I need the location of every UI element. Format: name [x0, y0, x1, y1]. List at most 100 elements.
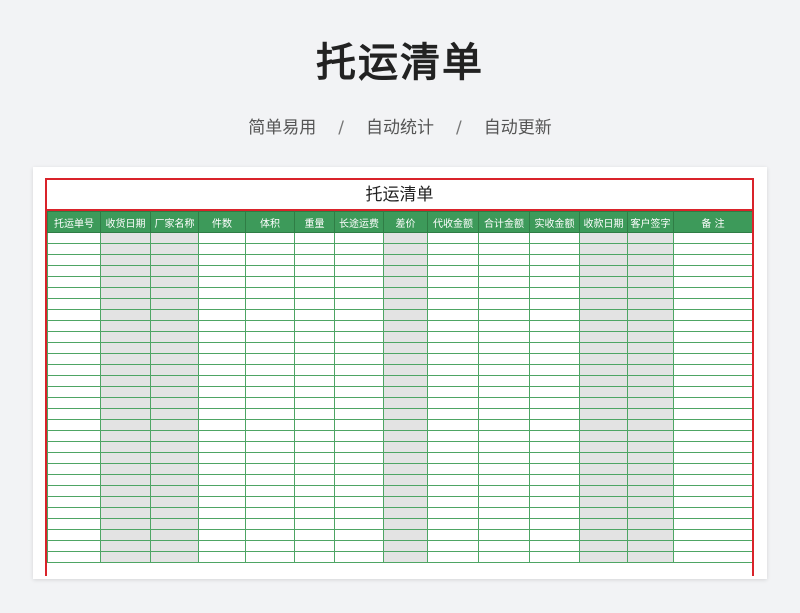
table-cell[interactable] — [427, 298, 479, 310]
table-cell[interactable] — [100, 452, 151, 464]
table-cell[interactable] — [294, 320, 335, 332]
table-cell[interactable] — [478, 243, 530, 255]
table-cell[interactable] — [627, 375, 674, 387]
table-cell[interactable] — [334, 243, 384, 255]
column-header[interactable]: 件数 — [198, 211, 246, 233]
table-cell[interactable] — [294, 254, 335, 266]
table-cell[interactable] — [478, 485, 530, 497]
table-cell[interactable] — [427, 375, 479, 387]
table-cell[interactable] — [150, 265, 199, 277]
table-cell[interactable] — [198, 408, 246, 420]
table-cell[interactable] — [334, 287, 384, 299]
table-cell[interactable] — [627, 265, 674, 277]
table-cell[interactable] — [198, 254, 246, 266]
table-cell[interactable] — [245, 408, 295, 420]
table-cell[interactable] — [478, 496, 530, 508]
table-cell[interactable] — [478, 276, 530, 288]
table-cell[interactable] — [478, 342, 530, 354]
table-cell[interactable] — [673, 265, 752, 277]
table-cell[interactable] — [427, 265, 479, 277]
table-cell[interactable] — [627, 309, 674, 321]
table-cell[interactable] — [579, 232, 628, 244]
table-cell[interactable] — [100, 386, 151, 398]
table-cell[interactable] — [579, 375, 628, 387]
table-cell[interactable] — [150, 320, 199, 332]
table-cell[interactable] — [383, 430, 428, 442]
table-cell[interactable] — [383, 232, 428, 244]
table-cell[interactable] — [529, 243, 580, 255]
table-cell[interactable] — [383, 364, 428, 376]
table-cell[interactable] — [383, 287, 428, 299]
table-cell[interactable] — [529, 463, 580, 475]
table-cell[interactable] — [47, 452, 101, 464]
table-cell[interactable] — [150, 507, 199, 519]
table-cell[interactable] — [150, 540, 199, 552]
table-cell[interactable] — [383, 485, 428, 497]
table-cell[interactable] — [100, 298, 151, 310]
table-cell[interactable] — [383, 474, 428, 486]
table-cell[interactable] — [427, 430, 479, 442]
table-cell[interactable] — [627, 298, 674, 310]
table-cell[interactable] — [150, 298, 199, 310]
table-cell[interactable] — [478, 441, 530, 453]
table-cell[interactable] — [245, 309, 295, 321]
table-cell[interactable] — [478, 430, 530, 442]
table-cell[interactable] — [478, 309, 530, 321]
table-cell[interactable] — [627, 441, 674, 453]
table-cell[interactable] — [427, 419, 479, 431]
table-cell[interactable] — [198, 309, 246, 321]
table-cell[interactable] — [673, 540, 752, 552]
table-cell[interactable] — [294, 485, 335, 497]
table-cell[interactable] — [47, 298, 101, 310]
table-cell[interactable] — [529, 408, 580, 420]
column-header[interactable]: 合计金额 — [478, 211, 530, 233]
table-cell[interactable] — [529, 529, 580, 541]
table-cell[interactable] — [245, 518, 295, 530]
table-cell[interactable] — [579, 430, 628, 442]
table-cell[interactable] — [150, 452, 199, 464]
table-cell[interactable] — [383, 452, 428, 464]
table-cell[interactable] — [47, 320, 101, 332]
table-cell[interactable] — [47, 540, 101, 552]
column-header[interactable]: 实收金额 — [529, 211, 580, 233]
table-cell[interactable] — [47, 265, 101, 277]
table-cell[interactable] — [100, 485, 151, 497]
table-cell[interactable] — [294, 287, 335, 299]
table-cell[interactable] — [100, 375, 151, 387]
table-cell[interactable] — [334, 298, 384, 310]
table-cell[interactable] — [245, 540, 295, 552]
table-cell[interactable] — [579, 474, 628, 486]
table-cell[interactable] — [198, 298, 246, 310]
table-cell[interactable] — [150, 397, 199, 409]
table-cell[interactable] — [47, 496, 101, 508]
table-cell[interactable] — [334, 232, 384, 244]
table-cell[interactable] — [427, 254, 479, 266]
table-cell[interactable] — [627, 331, 674, 343]
table-cell[interactable] — [198, 551, 246, 563]
table-cell[interactable] — [673, 243, 752, 255]
table-cell[interactable] — [294, 518, 335, 530]
table-cell[interactable] — [47, 518, 101, 530]
table-cell[interactable] — [198, 540, 246, 552]
table-cell[interactable] — [627, 507, 674, 519]
table-cell[interactable] — [198, 353, 246, 365]
table-cell[interactable] — [673, 430, 752, 442]
table-cell[interactable] — [627, 463, 674, 475]
table-cell[interactable] — [529, 276, 580, 288]
table-cell[interactable] — [478, 331, 530, 343]
table-cell[interactable] — [673, 287, 752, 299]
table-cell[interactable] — [198, 496, 246, 508]
table-cell[interactable] — [383, 419, 428, 431]
table-cell[interactable] — [334, 485, 384, 497]
table-cell[interactable] — [47, 463, 101, 475]
table-cell[interactable] — [198, 265, 246, 277]
table-cell[interactable] — [245, 254, 295, 266]
table-cell[interactable] — [47, 397, 101, 409]
table-cell[interactable] — [579, 452, 628, 464]
table-cell[interactable] — [100, 276, 151, 288]
table-cell[interactable] — [383, 397, 428, 409]
table-cell[interactable] — [47, 441, 101, 453]
table-cell[interactable] — [47, 474, 101, 486]
table-cell[interactable] — [529, 232, 580, 244]
column-header[interactable]: 体积 — [245, 211, 295, 233]
